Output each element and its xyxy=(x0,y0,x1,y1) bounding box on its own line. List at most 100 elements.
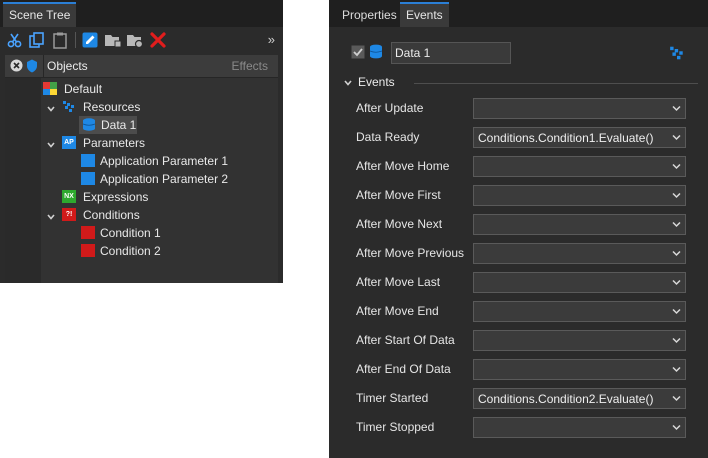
header-divider xyxy=(43,55,44,77)
tree-node-default[interactable]: Default xyxy=(43,80,273,98)
chevron-down-icon[interactable] xyxy=(46,209,56,220)
tree-node-label: Condition 2 xyxy=(100,244,161,258)
scene-tree-panel: Scene Tree » Objects Effects Default Res… xyxy=(0,0,283,283)
chevron-down-icon xyxy=(672,250,681,257)
event-row-data-ready: Data Ready Conditions.Condition1.Evaluat… xyxy=(356,127,689,149)
event-select[interactable] xyxy=(473,330,686,351)
tree-node-label: Conditions xyxy=(83,208,140,222)
event-row-after-update: After Update xyxy=(356,98,689,120)
event-select[interactable] xyxy=(473,98,686,119)
tree-header: Objects Effects xyxy=(5,55,278,78)
object-name-field[interactable]: Data 1 xyxy=(391,42,511,64)
chevron-down-icon[interactable] xyxy=(46,101,56,112)
tree-gutter xyxy=(5,78,41,283)
event-row-after-move-last: After Move Last xyxy=(356,272,689,294)
event-row-after-start-of-data: After Start Of Data xyxy=(356,330,689,352)
event-row-after-end-of-data: After End Of Data xyxy=(356,359,689,381)
conditions-icon: ?! xyxy=(62,208,76,221)
resources-icon xyxy=(669,45,685,64)
event-row-after-move-end: After Move End xyxy=(356,301,689,323)
scene-tree-tabbar: Scene Tree xyxy=(0,0,283,27)
objects-column-header[interactable]: Objects xyxy=(47,59,88,73)
events-section-title: Events xyxy=(358,75,395,89)
event-select[interactable] xyxy=(473,185,686,206)
event-select[interactable] xyxy=(473,359,686,380)
database-icon xyxy=(369,44,383,62)
tree-node-parameters[interactable]: AP Parameters xyxy=(43,134,273,152)
tree-node-data1[interactable]: Data 1 xyxy=(79,116,137,134)
chevron-down-icon[interactable] xyxy=(343,77,353,91)
effects-column-header[interactable]: Effects xyxy=(232,59,268,73)
tree-node-label: Application Parameter 1 xyxy=(100,154,229,168)
chevron-down-icon[interactable] xyxy=(46,137,56,148)
event-row-timer-started: Timer Started Conditions.Condition2.Eval… xyxy=(356,388,689,410)
event-select[interactable] xyxy=(473,417,686,438)
new-folder-icon[interactable] xyxy=(104,31,122,49)
copy-icon[interactable] xyxy=(28,31,46,49)
event-label: Data Ready xyxy=(356,130,420,144)
chevron-down-icon xyxy=(672,279,681,286)
event-row-after-move-home: After Move Home xyxy=(356,156,689,178)
parameters-icon: AP xyxy=(62,136,76,149)
resources-icon xyxy=(62,100,76,113)
parameter-icon xyxy=(81,172,95,185)
chevron-down-icon xyxy=(672,366,681,373)
delete-icon[interactable] xyxy=(149,31,167,49)
enabled-checkbox[interactable] xyxy=(351,45,365,62)
edit-icon[interactable] xyxy=(81,31,99,49)
properties-panel: Properties Events Data 1 Events After Up… xyxy=(329,0,708,458)
chevron-down-icon xyxy=(672,308,681,315)
event-row-after-move-previous: After Move Previous xyxy=(356,243,689,265)
events-panel: Data 1 Events After Update Data Ready Co… xyxy=(329,27,708,458)
tree-node-label: Default xyxy=(64,82,103,96)
tab-events[interactable]: Events xyxy=(400,2,449,27)
toolbar-overflow-button[interactable]: » xyxy=(268,32,275,47)
event-select[interactable] xyxy=(473,301,686,322)
events-section-header[interactable]: Events xyxy=(343,75,698,91)
paste-icon[interactable] xyxy=(51,31,69,49)
event-select[interactable] xyxy=(473,243,686,264)
tree-node-resources[interactable]: Resources xyxy=(43,98,273,116)
tree-node-condition-1[interactable]: Condition 1 xyxy=(79,224,273,242)
event-label: After Start Of Data xyxy=(356,333,455,347)
event-select[interactable] xyxy=(473,156,686,177)
tree-node-expressions[interactable]: NX Expressions xyxy=(43,188,273,206)
tab-scene-tree[interactable]: Scene Tree xyxy=(3,2,77,27)
close-circle-icon[interactable] xyxy=(10,59,23,75)
condition-icon xyxy=(81,244,95,257)
event-select[interactable] xyxy=(473,272,686,293)
cut-icon[interactable] xyxy=(6,31,24,49)
event-label: Timer Stopped xyxy=(356,420,435,434)
scene-tree: Objects Effects Default Resources Data 1… xyxy=(5,55,278,283)
condition-icon xyxy=(81,226,95,239)
tree-node-label: Resources xyxy=(83,100,141,114)
event-select[interactable]: Conditions.Condition1.Evaluate() xyxy=(473,127,686,148)
event-row-after-move-next: After Move Next xyxy=(356,214,689,236)
event-select[interactable]: Conditions.Condition2.Evaluate() xyxy=(473,388,686,409)
event-select[interactable] xyxy=(473,214,686,235)
tab-properties[interactable]: Properties xyxy=(336,4,403,27)
visibility-icon[interactable] xyxy=(26,59,38,76)
tree-node-app-param-2[interactable]: Application Parameter 2 xyxy=(79,170,273,188)
chevron-down-icon xyxy=(672,105,681,112)
scene-icon xyxy=(43,82,57,95)
tree-node-label: Data 1 xyxy=(101,118,137,132)
chevron-down-icon xyxy=(672,221,681,228)
tree-node-label: Expressions xyxy=(83,190,149,204)
folder-settings-icon[interactable] xyxy=(126,31,144,49)
properties-tabbar: Properties Events xyxy=(329,0,708,27)
database-icon xyxy=(82,118,96,131)
tree-node-condition-2[interactable]: Condition 2 xyxy=(79,242,273,260)
event-label: After Move Last xyxy=(356,275,441,289)
chevron-down-icon xyxy=(672,395,681,402)
tree-node-conditions[interactable]: ?! Conditions xyxy=(43,206,273,224)
chevron-down-icon xyxy=(672,337,681,344)
chevron-down-icon xyxy=(672,163,681,170)
tree-node-label: Parameters xyxy=(83,136,146,150)
event-value: Conditions.Condition2.Evaluate() xyxy=(478,392,654,406)
event-row-after-move-first: After Move First xyxy=(356,185,689,207)
tree-node-app-param-1[interactable]: Application Parameter 1 xyxy=(79,152,273,170)
event-label: After Move Home xyxy=(356,159,450,173)
event-label: After Move First xyxy=(356,188,441,202)
tree-node-label: Condition 1 xyxy=(100,226,161,240)
